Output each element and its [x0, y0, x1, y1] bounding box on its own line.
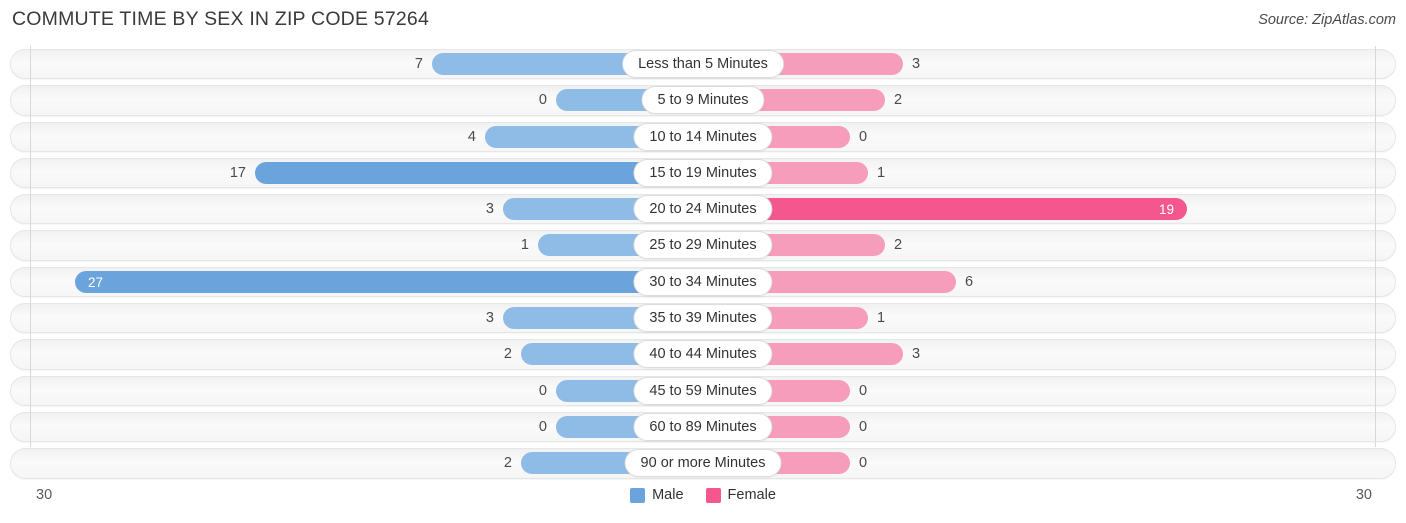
bar-row: 0 0 60 to 89 Minutes [0, 409, 1406, 445]
category-label-pill: 60 to 89 Minutes [633, 412, 773, 441]
axis-line-right [1375, 46, 1376, 447]
legend-item-male[interactable]: Male [630, 487, 684, 503]
bar-value-female: 2 [894, 237, 903, 254]
bar-value-female: 1 [877, 310, 886, 327]
bar-row: 27 6 30 to 34 Minutes [0, 264, 1406, 300]
bar-row: 2 3 40 to 44 Minutes [0, 336, 1406, 372]
bar-row: 2 0 90 or more Minutes [0, 445, 1406, 481]
bar-value-male: 3 [485, 201, 494, 218]
bar-value-male: 1 [520, 237, 529, 254]
category-label-pill: 40 to 44 Minutes [633, 340, 773, 369]
bar-rows-container: 7 3 Less than 5 Minutes 0 2 5 to 9 Minutes 4 0 1… [0, 46, 1406, 482]
legend-item-female[interactable]: Female [705, 487, 776, 503]
bar-value-female: 1 [877, 164, 886, 181]
bar-male[interactable] [75, 270, 703, 293]
bar-value-male: 0 [538, 418, 547, 435]
bar-value-male: 2 [503, 455, 512, 472]
bar-value-male: 0 [538, 92, 547, 109]
legend-swatch-male-icon [630, 487, 646, 503]
bar-row: 0 0 45 to 59 Minutes [0, 373, 1406, 409]
bar-value-male: 7 [414, 56, 423, 72]
category-label-pill: 5 to 9 Minutes [641, 86, 765, 115]
bar-row: 17 1 15 to 19 Minutes [0, 155, 1406, 191]
bar-row: 0 2 5 to 9 Minutes [0, 82, 1406, 118]
category-label-pill: 30 to 34 Minutes [633, 267, 773, 296]
legend-label-female: Female [727, 487, 776, 503]
category-label-pill: 10 to 14 Minutes [633, 122, 773, 151]
chart-footer: 30 30 Male Female [0, 483, 1406, 523]
bar-row: 3 19 20 to 24 Minutes [0, 191, 1406, 227]
bar-value-female: 0 [859, 382, 868, 399]
bar-value-female: 0 [859, 418, 868, 435]
bar-value-male-inside: 27 [88, 274, 104, 290]
source-attribution: Source: ZipAtlas.com [1258, 12, 1396, 28]
category-label-pill: 90 or more Minutes [624, 449, 782, 478]
chart-plot-area: 7 3 Less than 5 Minutes 0 2 5 to 9 Minutes 4 0 1… [0, 46, 1406, 483]
bar-value-female: 2 [894, 92, 903, 109]
category-label-pill: Less than 5 Minutes [622, 50, 784, 78]
bar-value-female-inside: 19 [1158, 202, 1174, 218]
bar-row: 1 2 25 to 29 Minutes [0, 227, 1406, 263]
bar-row: 7 3 Less than 5 Minutes [0, 46, 1406, 82]
bar-value-female: 0 [859, 128, 868, 145]
bar-value-male: 4 [467, 128, 476, 145]
category-label-pill: 15 to 19 Minutes [633, 158, 773, 187]
legend-swatch-female-icon [705, 487, 721, 503]
bar-value-male: 17 [229, 164, 246, 181]
bar-row: 3 1 35 to 39 Minutes [0, 300, 1406, 336]
axis-line-left [30, 46, 31, 447]
bar-value-female: 0 [859, 455, 868, 472]
bar-value-female: 3 [912, 56, 921, 72]
chart-legend: Male Female [0, 487, 1406, 503]
bar-value-female: 6 [965, 273, 974, 290]
chart-header: COMMUTE TIME BY SEX IN ZIP CODE 57264 So… [0, 0, 1406, 40]
category-label-pill: 45 to 59 Minutes [633, 376, 773, 405]
legend-label-male: Male [652, 487, 684, 503]
bar-female[interactable] [703, 198, 1187, 221]
bar-value-male: 0 [538, 382, 547, 399]
category-label-pill: 20 to 24 Minutes [633, 195, 773, 224]
category-label-pill: 25 to 29 Minutes [633, 231, 773, 260]
bar-value-male: 3 [485, 310, 494, 327]
category-label-pill: 35 to 39 Minutes [633, 304, 773, 333]
bar-value-female: 3 [912, 346, 921, 363]
page-title: COMMUTE TIME BY SEX IN ZIP CODE 57264 [12, 8, 430, 30]
bar-value-male: 2 [503, 346, 512, 363]
bar-row: 4 0 10 to 14 Minutes [0, 119, 1406, 155]
